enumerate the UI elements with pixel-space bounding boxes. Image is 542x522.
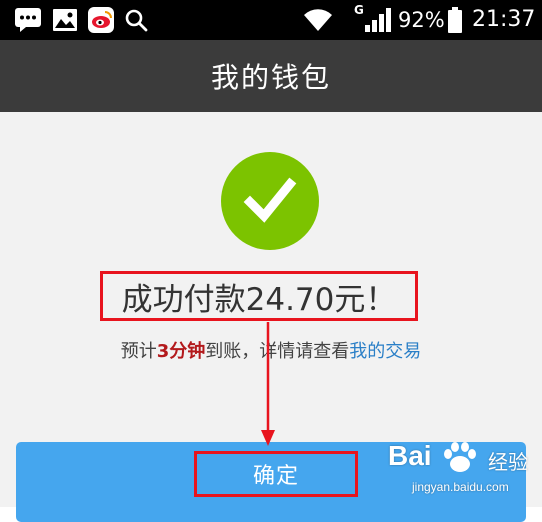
arrival-prefix: 预计 <box>120 341 157 362</box>
confirm-highlight-box[interactable]: 确定 <box>194 451 358 497</box>
battery-percent: 92% <box>398 8 445 32</box>
app-bar: 我的钱包 <box>0 40 542 112</box>
search-icon <box>124 0 148 40</box>
confirm-button-label: 确定 <box>252 464 299 489</box>
arrival-notice: 预计3分钟到账，详情请查看我的交易 <box>0 337 542 363</box>
page-title: 我的钱包 <box>210 61 331 94</box>
my-transactions-link[interactable]: 我的交易 <box>349 341 421 362</box>
sina-weibo-icon <box>87 0 115 40</box>
watermark-brand-cn: 经验 <box>488 450 528 474</box>
signal-icon <box>364 0 392 40</box>
clock: 21:37 <box>472 7 536 32</box>
gallery-icon <box>52 0 78 40</box>
payment-success-headline: 成功付款24.70元！ <box>121 281 397 318</box>
network-type: G <box>354 3 364 17</box>
status-bar: G 92% 21:37 <box>0 0 542 40</box>
watermark-brand: Bai <box>388 440 432 471</box>
arrival-duration: 3分钟 <box>156 341 206 362</box>
arrival-middle: 到账，详情请查看 <box>205 341 350 362</box>
watermark-url: jingyan.baidu.com <box>412 480 509 494</box>
wifi-icon <box>302 0 334 40</box>
chat-notification-icon <box>14 0 42 40</box>
battery-icon <box>448 0 462 40</box>
success-check-icon <box>221 152 319 250</box>
paw-logo-icon <box>440 440 480 476</box>
headline-highlight-box: 成功付款24.70元！ <box>100 271 418 321</box>
baidu-jingyan-watermark: Bai 经验 jingyan.baidu.com <box>388 440 538 502</box>
